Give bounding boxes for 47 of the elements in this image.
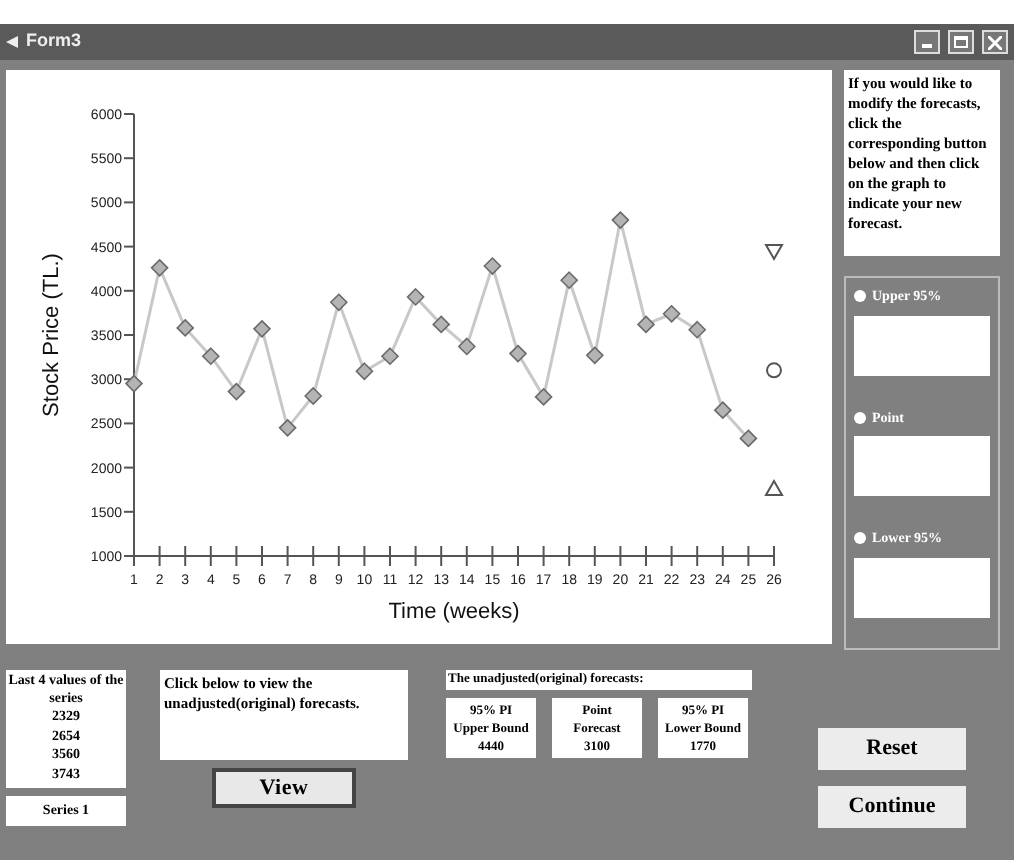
data-point [432,315,451,334]
triangle-marker [764,243,784,261]
close-button[interactable] [982,30,1008,54]
data-point [150,258,169,277]
maximize-button[interactable] [948,30,974,54]
data-point [483,256,502,276]
data-point [739,429,758,448]
data-point [713,401,732,420]
forecast-field[interactable] [854,315,990,375]
action-button[interactable]: Reset [818,728,966,770]
radio-button[interactable] [854,411,866,424]
close-icon [988,35,1002,49]
data-point [124,374,144,393]
maximize-icon [954,36,968,48]
window-title: Form3 [26,28,84,55]
data-point [252,319,272,338]
axis-title: Stock Price (TL.) [40,253,64,417]
data-point [662,304,681,323]
triangle-marker [764,478,784,496]
data-point [585,346,604,365]
action-button[interactable]: Continue [818,786,966,828]
app-icon [6,36,18,48]
data-point [508,344,528,363]
radio-button[interactable] [854,532,866,545]
radio-button[interactable] [854,290,866,303]
data-point [406,287,425,307]
data-point [329,293,348,312]
data-point [304,386,323,406]
forecast-field[interactable] [854,557,990,617]
circle-marker [766,362,782,379]
axis-title: Time (weeks) [388,600,520,624]
data-point [176,318,195,338]
forecast-field[interactable] [854,436,990,496]
data-point [201,347,220,366]
data-point [457,337,476,356]
data-point [227,382,246,401]
minimize-button[interactable] [914,30,940,54]
data-point [560,271,579,290]
data-point [534,387,553,406]
data-point [355,362,374,381]
minimize-icon [922,44,932,48]
data-point [278,418,297,437]
view-button[interactable]: View [212,768,356,808]
data-point [380,347,400,366]
data-point [611,210,630,230]
data-point [688,320,707,339]
data-point [636,315,656,334]
